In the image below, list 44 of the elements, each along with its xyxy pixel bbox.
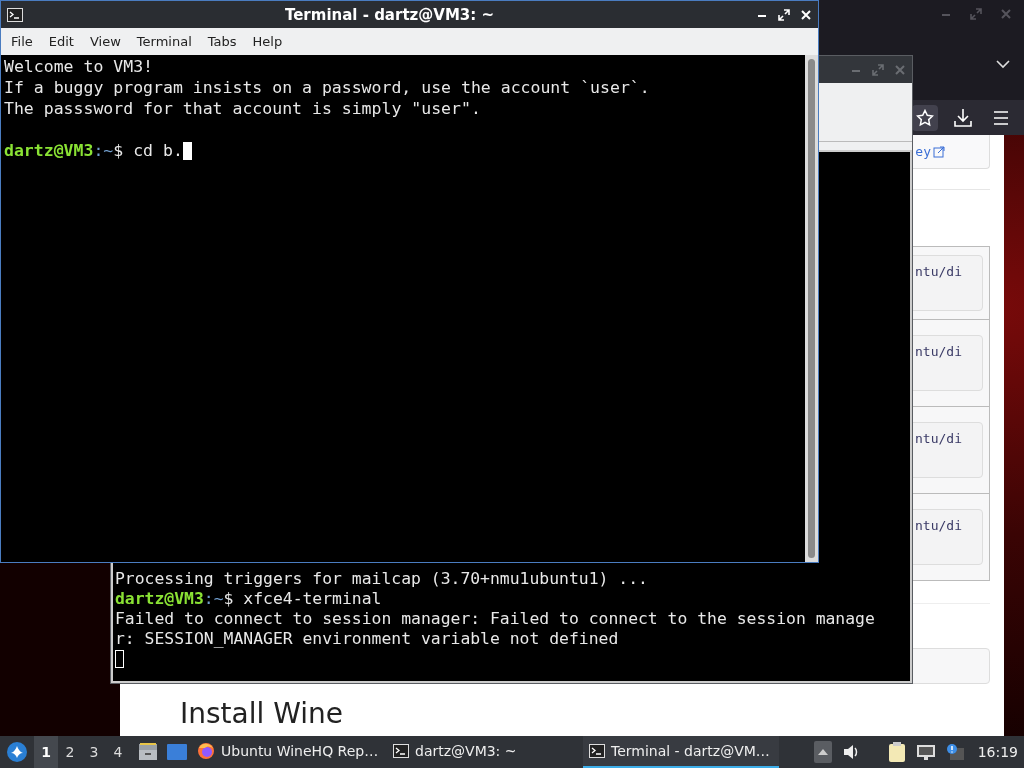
chevron-down-icon[interactable] — [996, 59, 1010, 69]
prompt-line: dartz@VM3:~$ cd b. — [4, 140, 183, 161]
menu-item[interactable]: Terminal — [128, 34, 200, 49]
file-drawer-icon[interactable] — [138, 742, 158, 762]
notification-icon[interactable] — [945, 743, 964, 761]
workspace-button[interactable]: 2 — [58, 736, 82, 768]
section-heading: Install Wine — [180, 698, 344, 730]
terminal-icon — [589, 744, 605, 758]
code-text: ntu/di — [915, 344, 962, 361]
output-line: The passsword for that account is simply "user". — [4, 98, 482, 119]
clipboard-icon[interactable] — [887, 741, 906, 763]
tray-expand-button[interactable] — [813, 741, 832, 763]
workspace-button[interactable]: 3 — [82, 736, 106, 768]
menu-item[interactable]: File — [3, 34, 41, 49]
code-text: ntu/di — [915, 431, 962, 448]
code-text: ntu/di — [915, 518, 962, 535]
menu-item[interactable]: View — [81, 34, 129, 49]
start-menu-icon[interactable] — [6, 741, 28, 763]
window-title: Terminal - dartz@VM3: ~ — [283, 5, 496, 24]
scrollbar[interactable] — [805, 55, 818, 562]
output-line: Welcome to VM3! — [4, 56, 154, 77]
menu-item[interactable]: Help — [244, 34, 291, 49]
menu-item[interactable]: Edit — [40, 34, 82, 49]
workspace-button[interactable]: 1 — [34, 736, 58, 768]
output-line: Processing triggers for mailcap (3.70+nmu1ubuntu1) ... — [115, 569, 649, 589]
output-line: Failed to connect to session manager: Failed to connect to the session manage — [115, 609, 876, 629]
desktop-icon[interactable] — [167, 743, 187, 761]
taskbar-button[interactable]: dartz@VM3: ~ — [387, 736, 583, 768]
external-link-icon — [933, 145, 945, 158]
menu-item[interactable]: Tabs — [199, 34, 245, 49]
workspace-button[interactable]: 4 — [106, 736, 130, 768]
output-line: If a buggy program insists on a password, use the account `user`. — [4, 77, 651, 98]
fox-globe-icon — [197, 742, 215, 760]
output-line: r: SESSION_MANAGER environment variable not defined — [115, 629, 620, 649]
taskbar-button[interactable]: Ubuntu WineHQ Rep… — [191, 736, 387, 768]
clock: 16:19 — [977, 744, 1018, 760]
prompt-line: dartz@VM3:~$ xfce4-terminal — [115, 589, 382, 609]
speaker-icon[interactable] — [841, 743, 860, 761]
taskbar-button[interactable]: Terminal - dartz@VM… — [583, 736, 779, 768]
bookmark-star-button[interactable] — [912, 104, 938, 131]
link[interactable]: ey — [915, 144, 931, 159]
terminal-icon — [393, 744, 409, 758]
terminal-icon — [7, 7, 23, 22]
code-text: ntu/di — [915, 264, 962, 281]
